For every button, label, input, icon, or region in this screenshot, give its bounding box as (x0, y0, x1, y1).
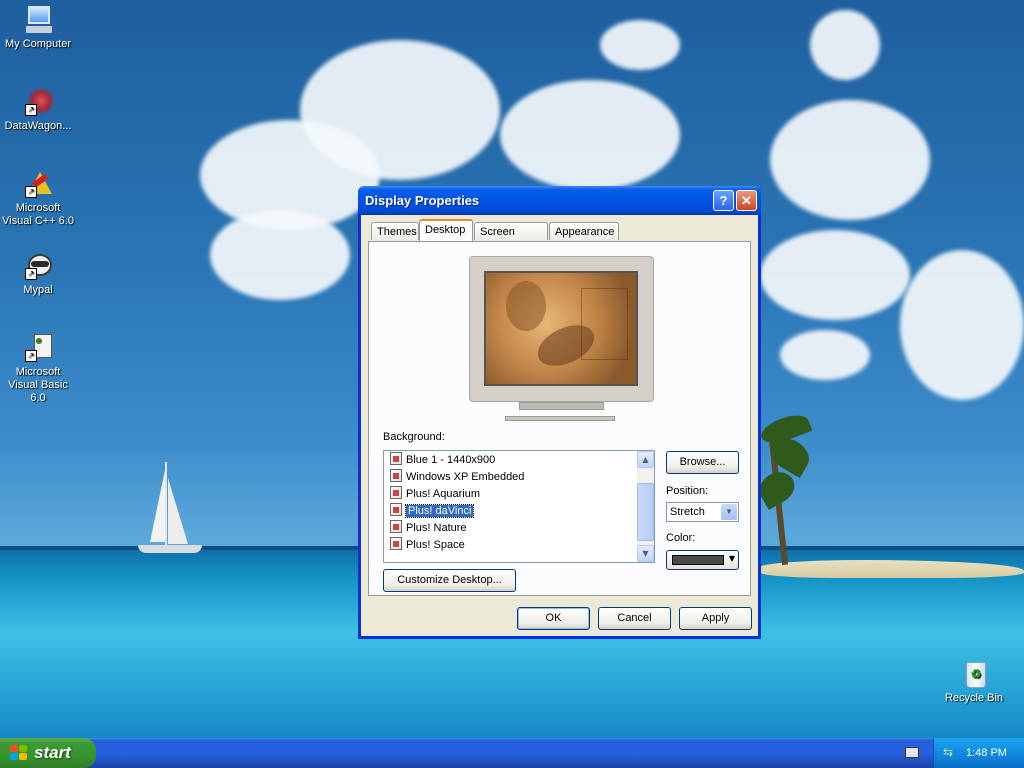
cloud (770, 100, 930, 220)
datawagon-icon: ↗ (22, 86, 54, 118)
apply-button[interactable]: Apply (679, 607, 752, 630)
start-button[interactable]: start (0, 738, 96, 768)
chevron-down-icon: ▼ (728, 554, 735, 563)
sail (150, 470, 165, 542)
color-picker-button[interactable]: ▼ (666, 550, 739, 570)
cloud (900, 250, 1024, 400)
list-item[interactable]: Windows XP Embedded (390, 469, 524, 486)
cancel-button[interactable]: Cancel (598, 607, 671, 630)
scroll-up-icon[interactable]: ▲ (637, 451, 654, 468)
image-file-icon (390, 503, 402, 516)
cloud (600, 20, 680, 70)
dialog-title: Display Properties (365, 193, 480, 208)
monitor-stand (519, 402, 604, 410)
recycle-bin-icon: ♻ (958, 658, 990, 690)
list-item[interactable]: Blue 1 - 1440x900 (390, 452, 495, 469)
image-file-icon (390, 520, 402, 533)
dialog-client-area: Themes Desktop Screen Saver Appearance B… (361, 215, 758, 636)
scroll-down-icon[interactable]: ▼ (637, 545, 654, 562)
monitor-bezel (469, 256, 654, 402)
cloud (500, 80, 680, 190)
desktop-icon-visual-cpp[interactable]: ↗ Microsoft Visual C++ 6.0 (0, 168, 76, 228)
sailboat (165, 462, 167, 547)
cloud (210, 210, 350, 300)
desktop-tab-panel: Background: Blue 1 - 1440x900 Windows XP… (368, 241, 751, 596)
image-file-icon (390, 537, 402, 550)
cloud (810, 10, 880, 80)
customize-desktop-button[interactable]: Customize Desktop... (383, 569, 516, 592)
position-label: Position: (666, 485, 709, 497)
display-properties-dialog: Display Properties ? ✕ Themes Desktop Sc… (358, 186, 761, 639)
color-swatch (672, 555, 724, 565)
background-label: Background: (383, 431, 445, 443)
close-button[interactable]: ✕ (736, 190, 757, 211)
list-item-selected[interactable]: Plus! daVinci (390, 503, 475, 520)
tab-appearance[interactable]: Appearance (549, 222, 619, 240)
list-scrollbar[interactable]: ▲ ▼ (637, 451, 654, 562)
title-bar[interactable]: Display Properties ? ✕ (358, 186, 761, 215)
cloud (300, 40, 500, 180)
visual-basic-icon: ↗ (22, 332, 54, 364)
browse-button[interactable]: Browse... (666, 451, 739, 474)
image-file-icon (390, 486, 402, 499)
list-item[interactable]: Plus! Nature (390, 520, 467, 537)
start-label: start (34, 743, 71, 762)
network-icon[interactable]: ⇆ (943, 745, 957, 759)
wallpaper-preview (484, 271, 638, 386)
ok-button[interactable]: OK (517, 607, 590, 630)
color-label: Color: (666, 532, 696, 544)
desktop-icon-visual-basic[interactable]: ↗ Microsoft Visual Basic 6.0 (0, 332, 76, 405)
desktop-icon-mypal[interactable]: ↗ Mypal (0, 250, 76, 297)
scroll-thumb[interactable] (637, 483, 654, 541)
help-button[interactable]: ? (713, 190, 734, 211)
clock[interactable]: 1:48 PM (966, 738, 1007, 768)
background-list[interactable]: Blue 1 - 1440x900 Windows XP Embedded Pl… (383, 450, 655, 563)
position-value: Stretch (670, 506, 705, 518)
list-item[interactable]: Plus! Space (390, 537, 465, 554)
keyboard-icon[interactable] (905, 747, 919, 758)
list-item[interactable]: Plus! Aquarium (390, 486, 480, 503)
chevron-down-icon: ▼ (721, 504, 737, 520)
desktop-icon-recycle-bin[interactable]: ♻ Recycle Bin (936, 658, 1012, 705)
tab-screen-saver[interactable]: Screen Saver (474, 222, 548, 256)
visual-cpp-icon: ↗ (22, 168, 54, 200)
raccoon-icon: ↗ (22, 250, 54, 282)
computer-icon (22, 4, 54, 36)
boat-hull (138, 545, 202, 553)
system-tray: ⇆ 1:48 PM (933, 738, 1024, 768)
cloud (760, 230, 910, 320)
monitor-base (505, 416, 615, 421)
tab-desktop[interactable]: Desktop (419, 219, 473, 241)
sail (168, 478, 188, 544)
island (760, 560, 1024, 578)
image-file-icon (390, 452, 402, 465)
taskbar: start ⇆ 1:48 PM (0, 738, 1024, 768)
tab-themes[interactable]: Themes (371, 222, 419, 240)
desktop-icon-datawagon[interactable]: ↗ DataWagon... (0, 86, 76, 133)
monitor-preview (469, 256, 654, 421)
image-file-icon (390, 469, 402, 482)
windows-logo-icon (10, 745, 28, 761)
position-dropdown[interactable]: Stretch ▼ (666, 502, 739, 522)
cloud (780, 330, 870, 380)
desktop-icon-my-computer[interactable]: My Computer (0, 4, 76, 51)
